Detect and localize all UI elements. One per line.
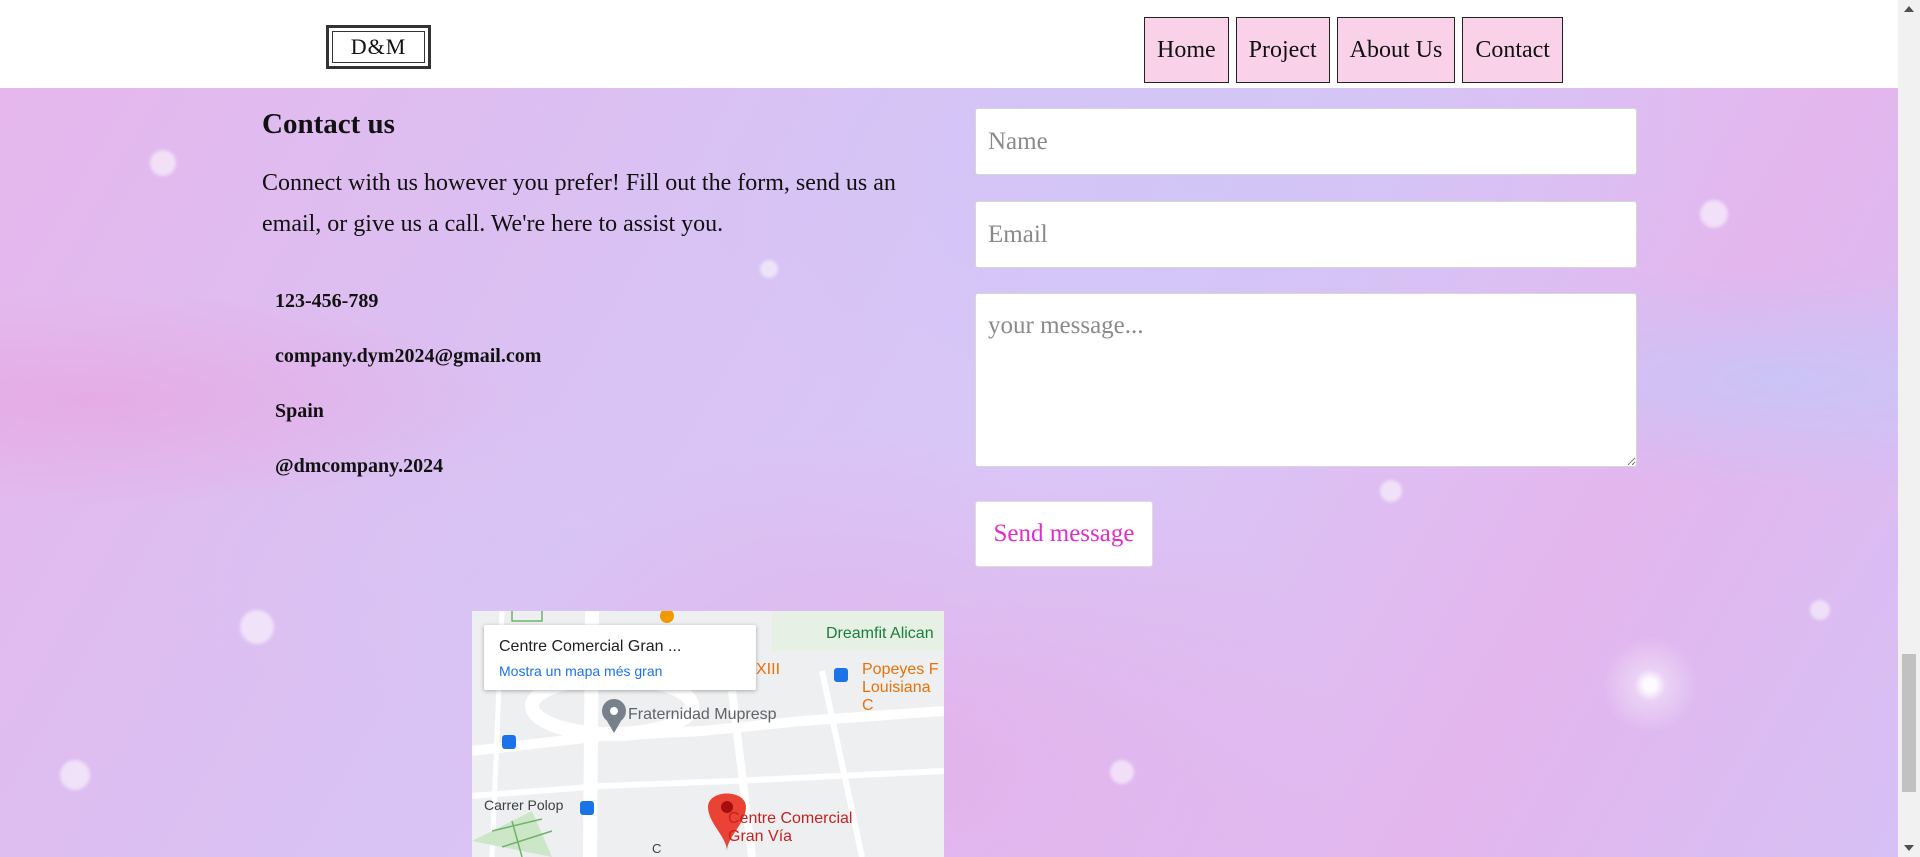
sparkle [1810,600,1830,620]
contact-phone: 123-456-789 [275,290,379,312]
name-input[interactable] [975,108,1637,175]
map-info-card: Centre Comercial Gran ... Mostra un mapa… [484,625,756,690]
sparkle [1700,200,1728,228]
map-place-title: Centre Comercial Gran ... [499,638,682,655]
sparkle [60,760,90,790]
nav-about-us[interactable]: About Us [1336,17,1456,83]
main-nav: Home Project About Us Contact [1144,17,1563,83]
page-scrollbar[interactable] [1898,0,1920,857]
map-label-street: Carrer Polop [484,797,564,813]
scroll-up-icon[interactable] [1904,6,1914,12]
scroll-thumb[interactable] [1902,654,1916,792]
contact-intro: Connect with us however you prefer! Fill… [262,170,896,237]
nav-home[interactable]: Home [1144,17,1229,83]
contact-social: @dmcompany.2024 [275,455,444,477]
contact-location: Spain [275,400,324,422]
send-message-button[interactable]: Send message [975,501,1153,567]
nav-project[interactable]: Project [1235,17,1330,83]
contact-email: company.dym2024@gmail.com [275,345,542,367]
scroll-down-icon[interactable] [1904,845,1914,851]
email-input[interactable] [975,201,1637,268]
sparkle [240,610,274,644]
logo-text: D&M [332,31,425,63]
sparkle [1110,760,1134,784]
map-label-gym: Dreamfit Alican [826,625,934,642]
map-label-poi: Fraternidad Mupresp [628,706,777,723]
site-header: D&M Home Project About Us Contact [0,0,1898,88]
nav-contact[interactable]: Contact [1462,17,1563,83]
sparkle [150,150,176,176]
embedded-map[interactable]: Centre Comercial Gran ... Mostra un mapa… [472,611,944,857]
map-label-place: Centre Comercial Gran Vía [728,810,853,845]
map-label-street-fragment: C [652,841,662,856]
contact-title: Contact us [262,108,395,140]
sparkle [1380,480,1402,502]
map-label-restaurant: Popeyes F Louisiana C [862,661,939,714]
logo[interactable]: D&M [326,25,431,69]
sparkle [760,260,778,278]
map-label-road: XIII [756,661,781,678]
view-larger-map-link[interactable]: Mostra un mapa més gran [499,663,662,679]
message-textarea[interactable] [975,293,1637,467]
